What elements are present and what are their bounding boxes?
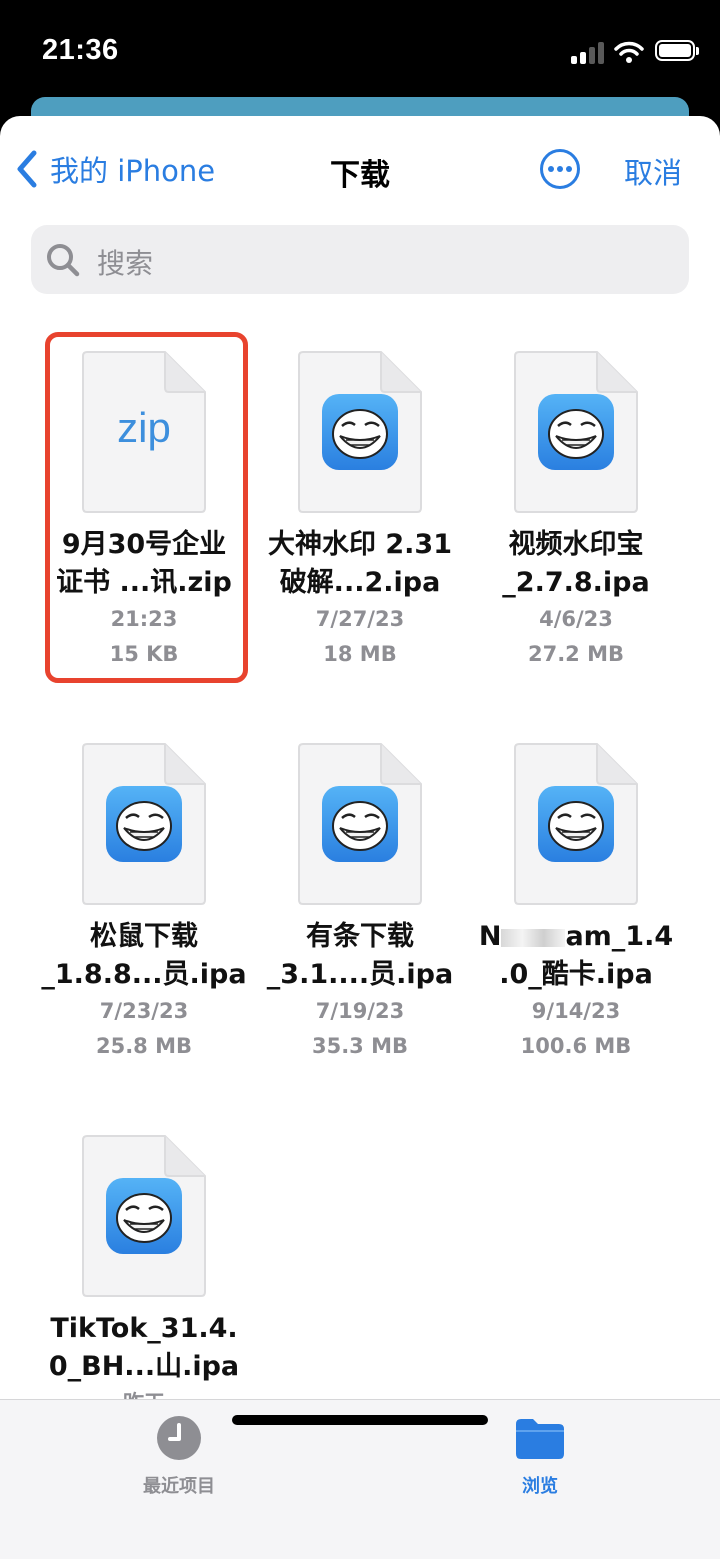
search-field[interactable]: 搜索 <box>31 225 689 294</box>
file-date: 21:23 <box>110 607 178 631</box>
files-browser-sheet: 我的 iPhone 下载 取消 搜索 zip 9月30号企业 证书 ...讯.z… <box>0 116 720 1559</box>
trollface-app-icon <box>538 786 614 862</box>
file-name: TikTok_31.4. 0_BH...山.ipa <box>48 1313 240 1382</box>
trollface-app-icon <box>106 786 182 862</box>
tab-browse-label: 浏览 <box>522 1476 558 1497</box>
file-name: 有条下载 _3.1....员.ipa <box>266 921 454 990</box>
file-size: 18 MB <box>323 642 397 666</box>
trollface-app-icon <box>322 394 398 470</box>
file-thumbnail: zip <box>81 350 207 514</box>
battery-icon <box>655 40 699 61</box>
file-size: 15 KB <box>109 642 179 666</box>
file-name: Nam_1.4 .0_酷卡.ipa <box>478 921 674 990</box>
file-date: 9/14/23 <box>531 999 621 1023</box>
file-size: 35.3 MB <box>311 1034 409 1058</box>
file-name: 松鼠下载 _1.8.8...员.ipa <box>41 921 247 990</box>
tab-browse[interactable]: 浏览 <box>450 1414 630 1498</box>
trollface-app-icon <box>106 1178 182 1254</box>
ellipsis-circle-icon <box>540 149 580 189</box>
status-time: 21:36 <box>42 34 119 66</box>
more-options-button[interactable] <box>539 148 581 190</box>
cancel-button[interactable]: 取消 <box>624 150 682 192</box>
search-placeholder: 搜索 <box>97 247 154 280</box>
file-name: 大神水印 2.31 破解...2.ipa <box>267 529 453 598</box>
file-size: 100.6 MB <box>520 1034 632 1058</box>
file-item-ipa[interactable]: 大神水印 2.31 破解...2.ipa 7/27/23 18 MB <box>252 350 468 672</box>
file-thumbnail <box>513 350 639 514</box>
file-name: 视频水印宝 _2.7.8.ipa <box>502 529 650 598</box>
search-icon <box>47 244 80 277</box>
file-size: 27.2 MB <box>527 642 625 666</box>
zip-badge-label: zip <box>117 404 171 451</box>
file-date: 7/19/23 <box>315 999 405 1023</box>
file-date: 7/27/23 <box>315 607 405 631</box>
file-name: 9月30号企业 证书 ...讯.zip <box>56 529 232 598</box>
file-item-ipa[interactable]: 有条下载 _3.1....员.ipa 7/19/23 35.3 MB <box>252 742 468 1064</box>
cellular-signal-icon <box>571 42 605 64</box>
file-thumbnail <box>297 742 423 906</box>
file-date: 7/23/23 <box>99 999 189 1023</box>
file-item-ipa[interactable]: Nam_1.4 .0_酷卡.ipa 9/14/23 100.6 MB <box>468 742 684 1064</box>
wifi-icon <box>614 40 644 64</box>
trollface-app-icon <box>538 394 614 470</box>
file-size: 25.8 MB <box>95 1034 193 1058</box>
file-thumbnail <box>297 350 423 514</box>
file-item-zip[interactable]: zip 9月30号企业 证书 ...讯.zip 21:23 15 KB <box>36 350 252 672</box>
redacted-text <box>501 928 566 947</box>
navigation-bar: 我的 iPhone 下载 取消 <box>0 116 720 224</box>
home-indicator <box>232 1415 488 1425</box>
file-thumbnail <box>513 742 639 906</box>
trollface-app-icon <box>322 786 398 862</box>
tab-recents-label: 最近项目 <box>143 1476 215 1497</box>
file-date: 4/6/23 <box>539 607 613 631</box>
file-thumbnail <box>81 1134 207 1298</box>
tab-recents[interactable]: 最近项目 <box>89 1414 269 1498</box>
file-thumbnail <box>81 742 207 906</box>
clock-icon <box>157 1416 201 1460</box>
file-item-ipa[interactable]: 松鼠下载 _1.8.8...员.ipa 7/23/23 25.8 MB <box>36 742 252 1064</box>
status-bar: 21:36 <box>0 0 720 110</box>
folder-icon <box>516 1419 564 1459</box>
page-title: 下载 <box>330 158 390 193</box>
file-item-ipa[interactable]: 视频水印宝 _2.7.8.ipa 4/6/23 27.2 MB <box>468 350 684 672</box>
file-item-ipa[interactable]: TikTok_31.4. 0_BH...山.ipa 昨天 <box>36 1134 252 1421</box>
